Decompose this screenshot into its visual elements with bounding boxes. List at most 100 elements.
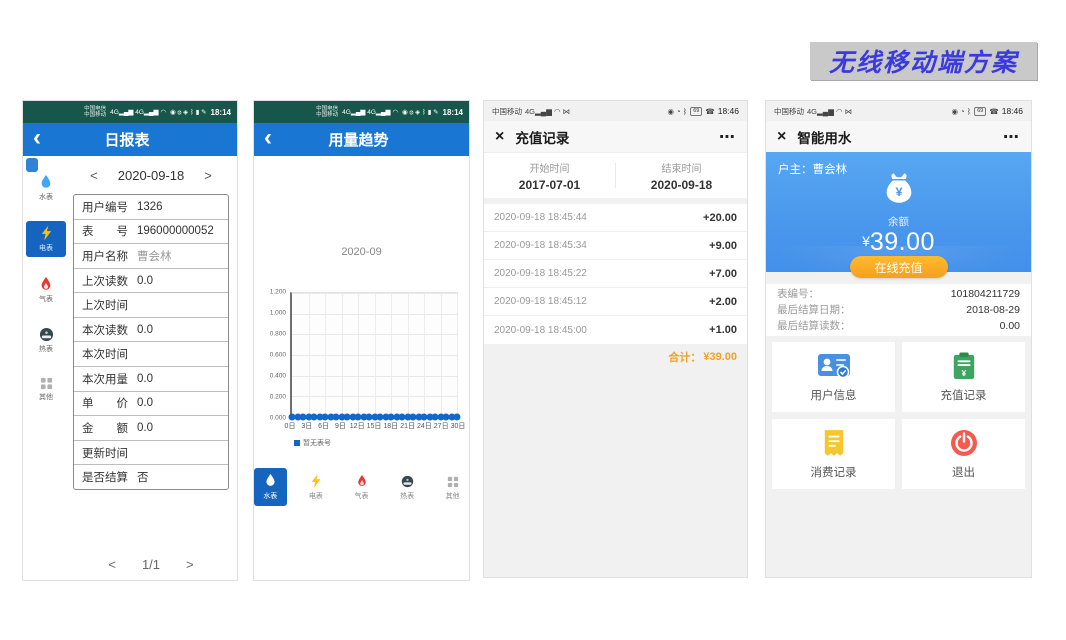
float-handle[interactable] [26,158,38,172]
tab-label: 电表 [309,491,323,501]
sidebar-item-label: 其他 [39,392,53,402]
start-date-picker[interactable]: 开始时间 2017-07-01 [484,153,615,198]
report-main: < 2020-09-18 > 用户编号1326表 号196000000052用户… [69,156,237,581]
signal-icons: 4G▂▄▆ 4G▂▄▆ ◠ [342,108,398,116]
record-time: 2020-09-18 18:45:22 [494,268,587,279]
status-bar: 中国电信 中国移动 4G▂▄▆ 4G▂▄▆ ◠ ◉ Ⓝ ◈ ᛒ ▮ ✎ 18:1… [23,101,237,123]
slide: 无线移动端方案 中国电信 中国移动 4G▂▄▆ 4G▂▄▆ ◠ ◉ Ⓝ ◈ ᛒ … [0,0,1066,640]
form-row: 本次用量0.0 [74,367,228,392]
form-row-label: 用户编号 [82,199,128,215]
phone-daily-report: 中国电信 中国移动 4G▂▄▆ 4G▂▄▆ ◠ ◉ Ⓝ ◈ ᛒ ▮ ✎ 18:1… [22,100,238,581]
carrier-labels: 中国电信 中国移动 [316,106,338,119]
water-drop-icon [264,473,277,488]
status-bar: 中国移动 4G▂▄▆ ◠ ⋈ ◉ ◔ ᛒ 69 ☎ 18:46 [766,101,1031,121]
v-gridline [325,293,326,417]
flame-icon [39,276,53,292]
x-tick-label: 12日 [350,421,365,431]
balance-label: 余额 [766,214,1031,229]
form-row-label: 金 额 [82,420,128,436]
y-tick-label: 0.000 [270,415,286,422]
page-title: 智能用水 [797,127,851,147]
sidebar-item-heat[interactable]: 热表 [26,323,66,358]
back-icon[interactable]: ‹ [264,128,272,148]
v-gridline [342,293,343,417]
back-icon[interactable]: ‹ [33,128,41,148]
prev-page-button[interactable]: < [108,557,116,572]
sidebar-item-electric[interactable]: 电表 [26,221,66,257]
info-value: 0.00 [1000,319,1020,334]
battery-icon: 69 [690,107,702,116]
feature-grid: 用户信息 ¥ 充值记录 消费记录 [772,342,1025,489]
sidebar-item-other[interactable]: 其他 [26,373,66,406]
x-tick-label: 0日 [285,421,296,431]
close-icon[interactable]: × [495,129,504,145]
grid-icon [447,476,459,488]
carrier-2: 中国移动 [316,112,338,118]
tab-heat[interactable]: 热表 [391,470,424,506]
tab-label: 水表 [263,491,277,501]
record-row: 2020-09-18 18:45:44+20.00 [484,204,747,232]
balance-value: ¥39.00 [766,228,1031,257]
phone-smart-water: 中国移动 4G▂▄▆ ◠ ⋈ ◉ ◔ ᛒ 69 ☎ 18:46 × 智能用水 ⋯… [765,100,1032,578]
recharge-record-button[interactable]: ¥ 充值记录 [902,342,1025,412]
online-recharge-button[interactable]: 在线充值 [850,256,948,278]
balance-banner: 户主：曹会林 ¥ 余额 ¥39.00 [766,152,1031,272]
prev-date-button[interactable]: < [90,168,98,183]
info-row: 最后结算读数： 0.00 [777,319,1020,334]
total-row: 合计： ¥39.00 [484,344,747,370]
tab-other[interactable]: 其他 [436,471,469,506]
status-icons: ◉ ◔ ᛒ [952,107,972,116]
info-value: 2018-08-29 [966,303,1020,318]
total-label: 合计： [668,349,701,365]
phone-recharge-records: 中国移动 4G▂▄▆ ◠ ⋈ ◉ ◔ ᛒ 69 ☎ 18:46 × 充值记录 ⋯… [483,100,748,578]
status-icons: ◉ ◔ ᛒ [668,107,688,116]
info-label: 表编号： [777,287,819,302]
form-row: 更新时间 [74,441,228,466]
user-card-icon [817,352,851,380]
start-date-label: 开始时间 [530,160,570,175]
x-tick-label: 9日 [335,421,346,431]
end-date-picker[interactable]: 结束时间 2020-09-18 [616,153,747,198]
tab-label: 热表 [400,491,414,501]
flame-icon [356,474,368,488]
sidebar-item-gas[interactable]: 气表 [26,272,66,308]
phone-icon: ☎ [705,107,714,116]
receipt-icon [822,429,846,457]
more-icon[interactable]: ⋯ [1003,127,1020,147]
form-row-value: 否 [137,469,149,485]
meter-type-tabbar: 水表 电表 气表 热表 其他 [254,468,469,506]
water-drop-icon [39,174,53,190]
battery-icon: 69 [974,107,986,116]
phone-icon: ☎ [989,107,998,116]
info-row: 表编号： 101804211729 [777,287,1020,302]
feature-label: 退出 [952,464,975,480]
record-time: 2020-09-18 18:45:44 [494,212,587,223]
more-icon[interactable]: ⋯ [719,127,736,147]
date-navigator: < 2020-09-18 > [73,164,229,186]
next-date-button[interactable]: > [204,168,212,183]
feature-label: 消费记录 [811,464,857,480]
info-label: 最后结算读数： [777,319,851,334]
consumption-record-button[interactable]: 消费记录 [772,419,895,489]
form-row: 本次时间 [74,342,228,367]
tab-label: 其他 [446,491,460,501]
recharge-record-list: 2020-09-18 18:45:44+20.002020-09-18 18:4… [484,204,747,344]
tab-gas[interactable]: 气表 [345,469,378,506]
next-page-button[interactable]: > [186,557,194,572]
sidebar-item-water[interactable]: 水表 [26,170,66,206]
data-point [454,414,461,421]
status-bar: 中国电信 中国移动 4G▂▄▆ 4G▂▄▆ ◠ ◉ Ⓝ ◈ ᛒ ▮ ✎ 18:1… [254,101,469,123]
exit-button[interactable]: 退出 [902,419,1025,489]
tab-electric[interactable]: 电表 [300,469,333,506]
phone-usage-trend: 中国电信 中国移动 4G▂▄▆ 4G▂▄▆ ◠ ◉ Ⓝ ◈ ᛒ ▮ ✎ 18:1… [253,100,470,581]
close-icon[interactable]: × [777,129,786,145]
v-gridline [309,293,310,417]
user-info-button[interactable]: 用户信息 [772,342,895,412]
form-row: 用户编号1326 [74,195,228,220]
form-row: 用户名称曹会林 [74,244,228,269]
form-row: 金 额0.0 [74,416,228,441]
status-icons: ◉ Ⓝ ◈ ᛒ ▮ ✎ [170,108,207,116]
signal-icons: 4G▂▄▆ 4G▂▄▆ ◠ [110,108,166,116]
x-tick-label: 24日 [417,421,432,431]
tab-water[interactable]: 水表 [254,468,287,506]
